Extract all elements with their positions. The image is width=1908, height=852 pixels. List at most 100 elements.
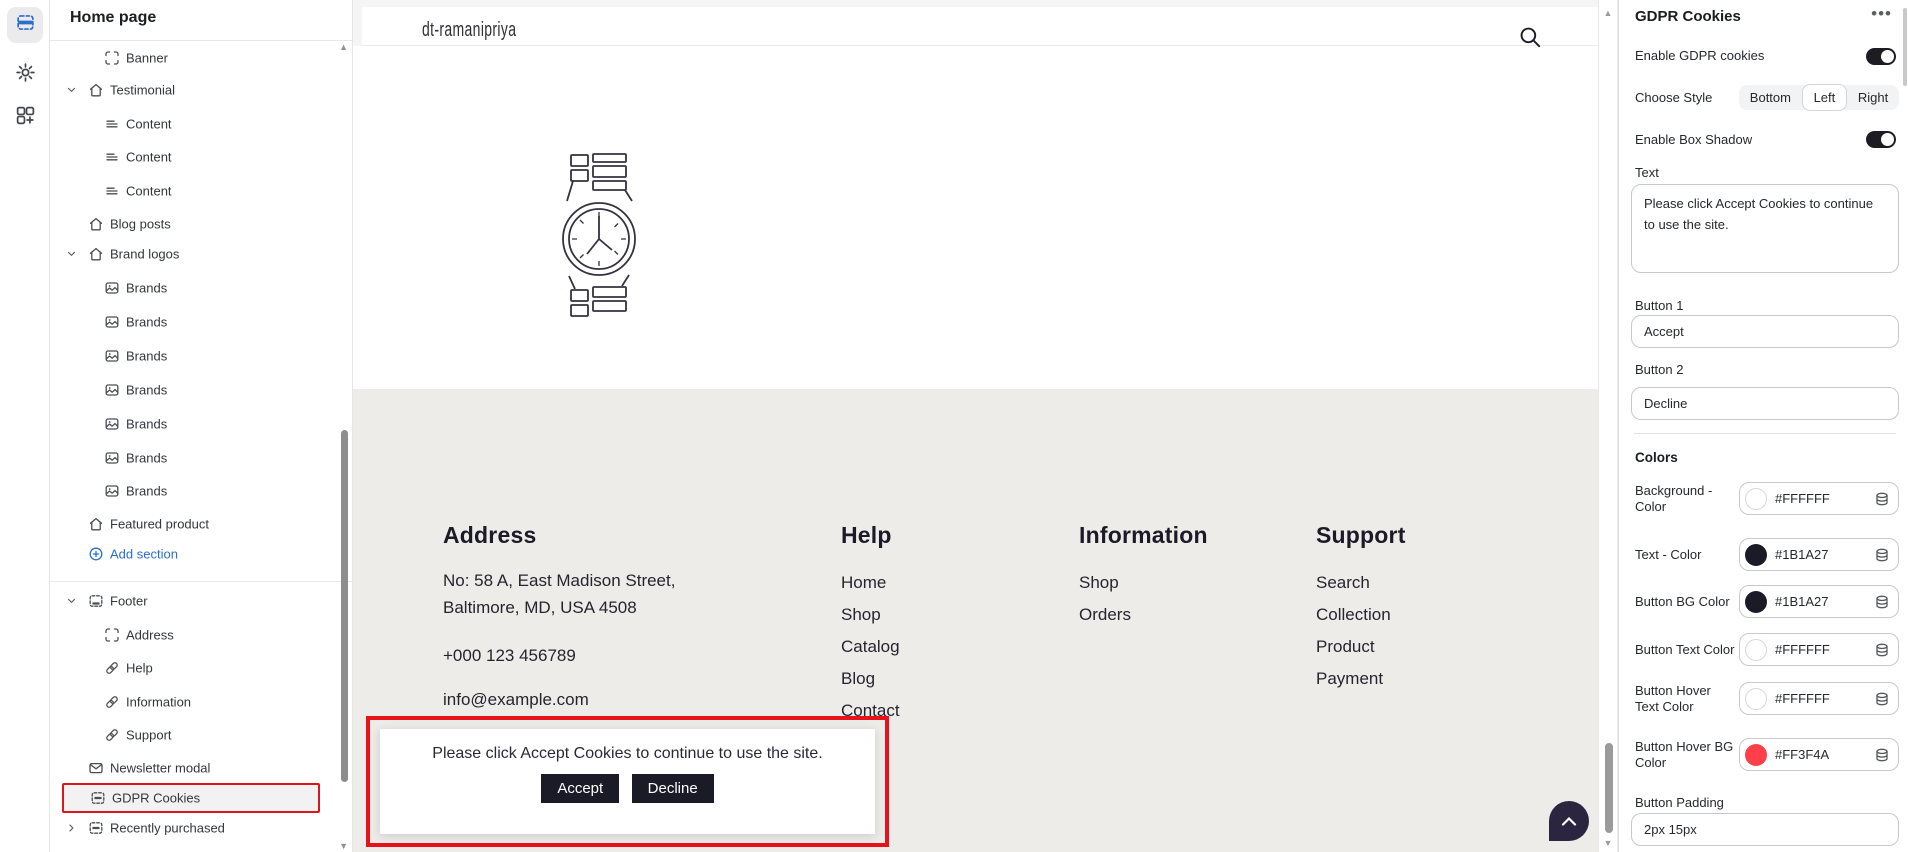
global-colors-icon[interactable] [1874, 547, 1890, 563]
scroll-down-arrow[interactable]: ▼ [1599, 838, 1617, 848]
preview-scrollbar-thumb[interactable] [1605, 743, 1613, 833]
banner-icon [104, 627, 120, 643]
footer-link[interactable]: Shop [841, 599, 1021, 631]
cookie-text-input[interactable]: Please click Accept Cookies to continue … [1631, 184, 1899, 273]
preview-scrollbar[interactable]: ▲ ▼ [1598, 0, 1618, 852]
color-picker[interactable]: #FF3F4A [1739, 738, 1899, 771]
sidebar-item-brands[interactable]: Brands [50, 341, 352, 371]
sidebar-item-featured-product[interactable]: Featured product [50, 509, 352, 539]
settings-panel: GDPR Cookies ••• Enable GDPR cookies Cho… [1618, 0, 1908, 852]
tree-scrollbar-thumb[interactable] [341, 430, 348, 782]
global-colors-icon[interactable] [1874, 747, 1890, 763]
sidebar-item-brands[interactable]: Brands [50, 273, 352, 303]
decline-cookies-button[interactable]: Decline [632, 774, 714, 803]
color-picker[interactable]: #FFFFFF [1739, 633, 1899, 666]
sidebar-item-label: Information [126, 695, 191, 710]
sidebar-item-gdpr-cookies[interactable]: GDPR Cookies [62, 783, 320, 813]
search-icon[interactable] [1517, 24, 1543, 50]
sidebar-item-testimonial[interactable]: Testimonial [50, 75, 352, 105]
home-icon [88, 246, 104, 262]
add-section-button[interactable]: Add section [50, 539, 352, 569]
chevron-right-icon[interactable] [66, 823, 77, 834]
style-option-left[interactable]: Left [1802, 84, 1847, 111]
choose-style-segmented: BottomLeftRight [1739, 85, 1899, 110]
sidebar-item-content[interactable]: Content [50, 176, 352, 206]
footer-link[interactable]: Catalog [841, 631, 1021, 663]
global-colors-icon[interactable] [1874, 642, 1890, 658]
color-row: Button Hover BGColor#FF3F4A [1634, 738, 1898, 771]
sidebar-item-blog-posts[interactable]: Blog posts [50, 209, 352, 239]
footer-link[interactable]: Product [1316, 631, 1496, 663]
footer-link[interactable]: Home [841, 567, 1021, 599]
footer-link[interactable]: Payment [1316, 663, 1496, 695]
color-picker[interactable]: #1B1A27 [1739, 538, 1899, 571]
content-icon [104, 116, 120, 132]
sidebar-item-brands[interactable]: Brands [50, 375, 352, 405]
global-colors-icon[interactable] [1874, 691, 1890, 707]
sidebar-item-label: Newsletter modal [110, 761, 210, 776]
global-colors-icon[interactable] [1874, 594, 1890, 610]
footer-link[interactable]: Search [1316, 567, 1496, 599]
sidebar-item-brands[interactable]: Brands [50, 476, 352, 506]
scroll-up-arrow[interactable]: ▲ [1599, 8, 1617, 18]
color-swatch [1745, 744, 1767, 766]
sidebar-item-brand-logos[interactable]: Brand logos [50, 239, 352, 269]
sidebar-item-brands[interactable]: Brands [50, 409, 352, 439]
sidebar-item-footer[interactable]: Footer [50, 586, 352, 616]
sidebar-item-content[interactable]: Content [50, 142, 352, 172]
color-picker[interactable]: #1B1A27 [1739, 585, 1899, 618]
panel-scrollbar-thumb[interactable] [1903, 8, 1907, 86]
enable-gdpr-toggle[interactable] [1866, 48, 1896, 65]
sidebar-item-support[interactable]: Support [50, 720, 352, 750]
scroll-up-arrow[interactable]: ▲ [339, 43, 348, 52]
style-option-right[interactable]: Right [1847, 85, 1899, 110]
footer-link[interactable]: Shop [1079, 567, 1259, 599]
sidebar-item-label: GDPR Cookies [112, 791, 200, 806]
sidebar-item-recently-purchased[interactable]: Recently purchased [50, 813, 352, 843]
sidebar-item-banner[interactable]: Banner [50, 43, 352, 73]
box-shadow-label: Enable Box Shadow [1635, 132, 1752, 148]
sidebar-item-newsletter-modal[interactable]: Newsletter modal [50, 753, 352, 783]
page-title: Home page [70, 9, 156, 27]
scroll-down-arrow[interactable]: ▼ [339, 842, 348, 851]
store-logo-text: dt-ramanipriya [422, 19, 516, 42]
sidebar-item-help[interactable]: Help [50, 653, 352, 683]
store-header: dt-ramanipriya [362, 7, 1598, 46]
address-line: Baltimore, MD, USA 4508 [443, 594, 783, 621]
button1-input[interactable] [1631, 315, 1899, 348]
box-shadow-toggle[interactable] [1866, 131, 1896, 148]
sidebar-item-label: Brands [126, 484, 167, 499]
style-option-bottom[interactable]: Bottom [1739, 85, 1802, 110]
color-swatch [1745, 688, 1767, 710]
footer-link[interactable]: Collection [1316, 599, 1496, 631]
apps-nav-button[interactable] [7, 100, 43, 136]
color-picker[interactable]: #FFFFFF [1739, 682, 1899, 715]
chevron-up-icon [1561, 816, 1577, 826]
sidebar-item-brands[interactable]: Brands [50, 307, 352, 337]
more-options-icon[interactable]: ••• [1871, 4, 1892, 24]
sidebar-item-content[interactable]: Content [50, 109, 352, 139]
footer-link[interactable]: Orders [1079, 599, 1259, 631]
chevron-down-icon[interactable] [66, 249, 77, 260]
global-colors-icon[interactable] [1874, 491, 1890, 507]
button-padding-label: Button Padding [1635, 795, 1724, 811]
preview-gap [353, 0, 1598, 7]
scroll-to-top-button[interactable] [1549, 801, 1589, 841]
sidebar-item-information[interactable]: Information [50, 687, 352, 717]
sections-nav-button[interactable] [7, 7, 43, 43]
chevron-down-icon[interactable] [66, 85, 77, 96]
chevron-down-icon[interactable] [66, 596, 77, 607]
button2-input[interactable] [1631, 387, 1899, 420]
sidebar-item-brands[interactable]: Brands [50, 443, 352, 473]
link-icon [104, 660, 120, 676]
button-padding-input[interactable] [1631, 813, 1899, 846]
color-picker[interactable]: #FFFFFF [1739, 482, 1899, 515]
sidebar-item-address[interactable]: Address [50, 620, 352, 650]
product-image-watch [558, 153, 642, 318]
sidebar-item-label: Brands [126, 349, 167, 364]
footer-icon [88, 593, 104, 609]
footer-column-address: AddressNo: 58 A, East Madison Street,Bal… [443, 522, 783, 708]
settings-nav-button[interactable] [7, 57, 43, 93]
accept-cookies-button[interactable]: Accept [541, 774, 619, 803]
footer-link[interactable]: Blog [841, 663, 1021, 695]
